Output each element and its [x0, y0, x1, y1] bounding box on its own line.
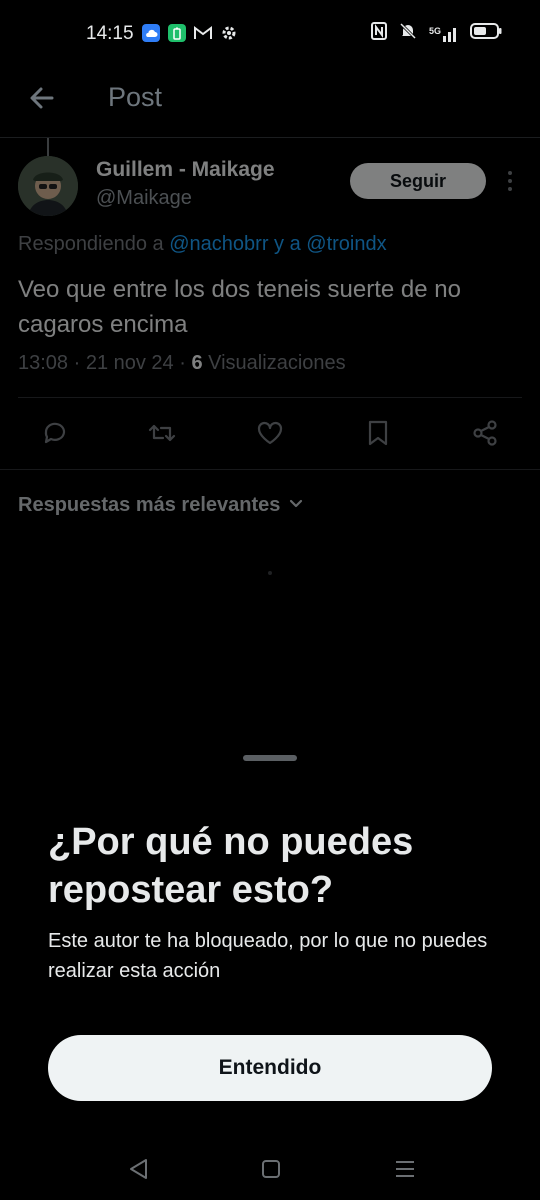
settings-gear-icon — [220, 24, 238, 42]
gmail-icon — [194, 24, 212, 42]
loading-indicator — [268, 571, 272, 575]
sheet-drag-handle[interactable] — [243, 755, 297, 761]
page-title: Post — [108, 82, 163, 112]
status-time: 14:15 — [86, 23, 134, 44]
reply-icon[interactable] — [40, 418, 70, 448]
nav-menu-icon[interactable] — [392, 1156, 418, 1182]
tweet-actions — [0, 410, 540, 456]
sheet-title: ¿Por qué no puedes repostear esto? — [48, 821, 414, 911]
divider — [0, 469, 540, 470]
heart-icon[interactable] — [255, 418, 285, 448]
sheet-body: Este autor te ha bloqueado, por lo que n… — [48, 930, 488, 982]
replying-conjunction: y a — [268, 233, 307, 255]
avatar[interactable] — [18, 156, 78, 216]
repost-icon[interactable] — [147, 418, 177, 448]
battery-icon — [470, 22, 502, 45]
chevron-down-icon — [288, 494, 304, 517]
arrow-left-icon[interactable] — [26, 82, 58, 114]
thread-connector-line — [47, 138, 49, 156]
status-bar: 14:15 5G — [0, 0, 540, 68]
mention-link-2[interactable]: @troindx — [306, 233, 386, 255]
replying-to: Respondiendo a @nachobrr y a @troindx — [18, 233, 387, 256]
author-handle[interactable]: @Maikage — [96, 187, 192, 210]
replying-prefix: Respondiendo a — [18, 233, 170, 255]
tweet-meta: 13:08 · 21 nov 24 · 6 Visualizaciones — [18, 352, 346, 375]
signal-5g-icon: 5G — [429, 26, 458, 42]
views-count: 6 — [191, 352, 203, 374]
divider — [18, 397, 522, 398]
cloud-app-icon — [142, 24, 160, 42]
mute-bell-icon — [399, 22, 417, 45]
nfc-icon — [370, 22, 387, 45]
system-navigation-bar — [0, 1140, 540, 1200]
views-label: Visualizaciones — [202, 352, 346, 374]
top-app-bar: Post — [0, 68, 540, 138]
nav-home-icon[interactable] — [258, 1156, 284, 1182]
author-name[interactable]: Guillem - Maikage — [96, 158, 275, 182]
understood-button[interactable]: Entendido — [48, 1035, 492, 1101]
battery-app-icon — [168, 24, 186, 42]
network-label: 5G — [428, 25, 441, 36]
bookmark-icon[interactable] — [363, 418, 393, 448]
status-app-icons — [142, 24, 238, 42]
replies-sort-label: Respuestas más relevantes — [18, 494, 281, 516]
share-icon[interactable] — [470, 418, 500, 448]
follow-button[interactable]: Seguir — [350, 163, 486, 199]
replies-sort-selector[interactable]: Respuestas más relevantes — [18, 494, 304, 517]
tweet-timestamp: 13:08 · 21 nov 24 · — [18, 352, 192, 374]
nav-back-icon[interactable] — [126, 1156, 152, 1182]
status-indicators: 5G — [370, 22, 502, 45]
more-vertical-icon[interactable] — [503, 170, 517, 192]
mention-link-1[interactable]: @nachobrr — [169, 233, 268, 255]
tweet-text: Veo que entre los dos teneis suerte de n… — [18, 276, 461, 338]
